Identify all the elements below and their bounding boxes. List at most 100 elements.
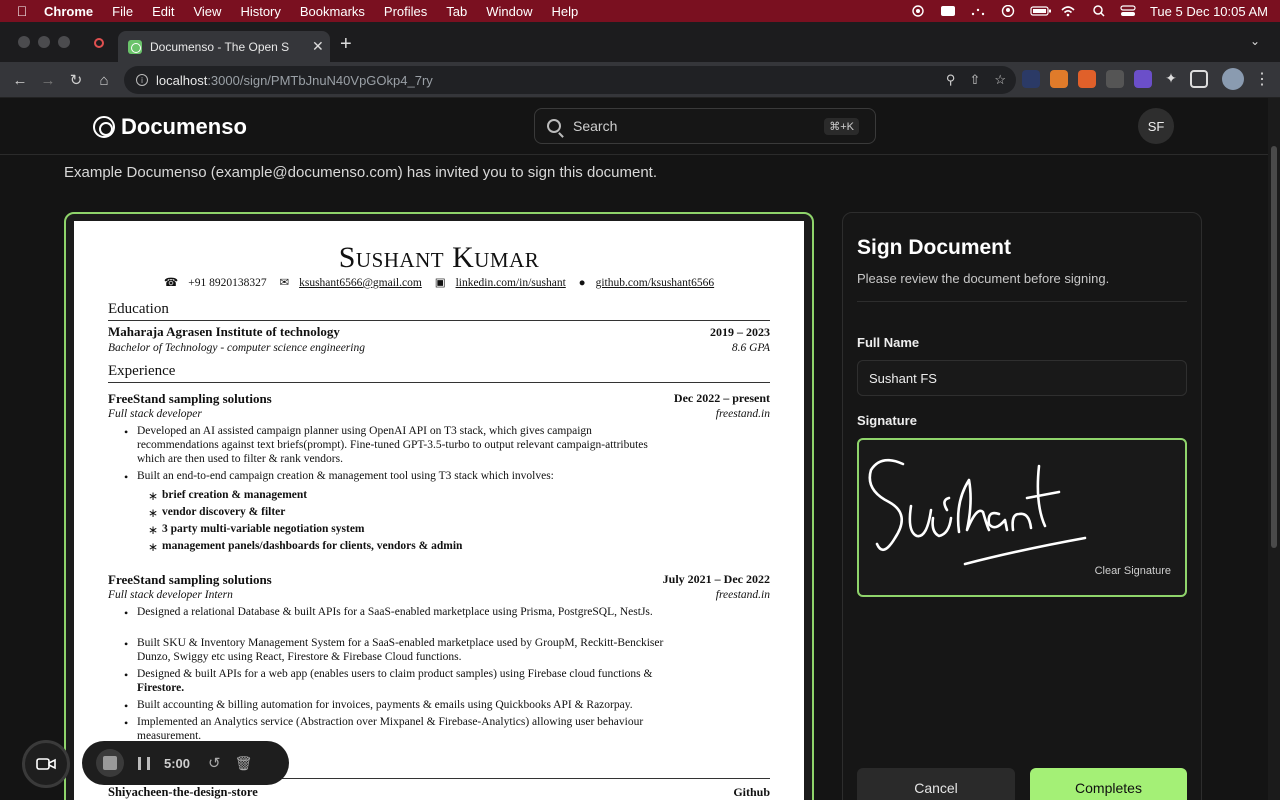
sub-bullet-icon: ∗ — [148, 540, 159, 554]
brand-name: Documenso — [121, 114, 247, 139]
mail-icon: ✉ — [279, 277, 290, 289]
job1-bullet1-line2: recommendations against text briefs(prom… — [137, 439, 648, 451]
cancel-button[interactable]: Cancel — [857, 768, 1015, 800]
screen:  Chrome File Edit View History Bookmark… — [0, 0, 1280, 800]
dots-icon[interactable] — [970, 5, 986, 17]
search-box[interactable]: Search ⌘+K — [534, 108, 876, 144]
recorder-camera-button[interactable] — [22, 740, 70, 788]
job2-bullet2-line1: Built SKU & Inventory Management System … — [137, 637, 664, 649]
back-arrow-icon[interactable]: ← — [8, 68, 32, 92]
keyboard-icon[interactable] — [940, 5, 956, 17]
camera-icon — [36, 758, 56, 770]
share-icon[interactable]: ⇧ — [969, 72, 980, 88]
linkedin-icon: ▣ — [434, 277, 446, 289]
menu-edit[interactable]: Edit — [152, 4, 174, 19]
site-info-icon[interactable]: i — [136, 74, 148, 86]
forward-arrow-icon[interactable]: → — [36, 68, 60, 92]
job2-bullet2-line2: Dunzo, Swiggy etc using React, Firestore… — [137, 651, 462, 663]
menu-window[interactable]: Window — [486, 4, 532, 19]
spotlight-search-icon[interactable] — [1090, 5, 1106, 17]
invite-message: Example Documenso (example@documenso.com… — [64, 164, 658, 181]
apple-icon[interactable]:  — [14, 3, 30, 19]
menu-history[interactable]: History — [240, 4, 280, 19]
tab-close-icon[interactable]: ✕ — [312, 38, 324, 55]
user-avatar[interactable]: SF — [1138, 108, 1174, 144]
window-minimize-button[interactable] — [38, 36, 50, 48]
job2-site: freestand.in — [715, 589, 770, 601]
chrome-profile-avatar[interactable] — [1222, 68, 1244, 90]
extension-5-icon[interactable] — [1134, 70, 1152, 88]
signature-pad[interactable]: Clear Signature — [857, 438, 1187, 597]
project-name: Shiyacheen-the-design-store — [108, 785, 258, 799]
full-name-input[interactable] — [857, 360, 1187, 396]
window-close-button[interactable] — [18, 36, 30, 48]
resume-phone: +91 8920138327 — [188, 277, 267, 289]
complete-button[interactable]: Completes — [1030, 768, 1187, 800]
user-circle-icon[interactable] — [1000, 4, 1016, 18]
bullet-icon: • — [124, 668, 129, 682]
menubar-status-area: Tue 5 Dec 10:05 AM — [910, 0, 1268, 22]
home-icon[interactable]: ⌂ — [92, 68, 116, 92]
menu-help[interactable]: Help — [552, 4, 579, 19]
menu-tab[interactable]: Tab — [446, 4, 467, 19]
puzzle-extensions-icon[interactable]: ✦ — [1162, 70, 1180, 88]
bullet-icon: • — [124, 470, 129, 484]
macos-menubar:  Chrome File Edit View History Bookmark… — [0, 0, 1280, 22]
resume-github[interactable]: github.com/ksushant6566 — [596, 277, 715, 289]
new-tab-icon[interactable]: + — [340, 33, 352, 56]
tab-search-chevron-icon[interactable]: ⌄ — [1250, 34, 1260, 48]
resume-email[interactable]: ksushant6566@gmail.com — [299, 277, 422, 289]
bookmark-star-icon[interactable]: ☆ — [994, 72, 1006, 88]
experience-heading: Experience — [108, 363, 176, 379]
education-heading: Education — [108, 301, 169, 317]
window-maximize-button[interactable] — [58, 36, 70, 48]
site-header: Documenso Search ⌘+K SF — [0, 98, 1268, 155]
extension-1-icon[interactable] — [1022, 70, 1040, 88]
search-shortcut: ⌘+K — [824, 118, 859, 135]
panel-divider — [857, 301, 1187, 302]
menu-bookmarks[interactable]: Bookmarks — [300, 4, 365, 19]
menu-profiles[interactable]: Profiles — [384, 4, 427, 19]
battery-icon[interactable] — [1030, 5, 1051, 17]
metamask-extension-icon[interactable] — [1050, 70, 1068, 88]
notion-extension-icon[interactable] — [1106, 70, 1124, 88]
menu-view[interactable]: View — [193, 4, 221, 19]
menu-app-chrome[interactable]: Chrome — [44, 4, 93, 19]
job1-bullet2: Built an end-to-end campaign creation & … — [137, 470, 554, 482]
pause-icon[interactable] — [138, 756, 150, 770]
extension-3-icon[interactable] — [1078, 70, 1096, 88]
job1-role: Full stack developer — [108, 408, 202, 420]
job1-dates: Dec 2022 – present — [673, 391, 770, 405]
job1-sub2: vendor discovery & filter — [162, 506, 286, 518]
screen-recorder-icon[interactable] — [910, 5, 926, 17]
brand-logo[interactable]: Documenso — [93, 114, 247, 140]
edu-degree: Bachelor of Technology - computer scienc… — [108, 342, 365, 354]
key-icon[interactable]: ⚲ — [946, 72, 956, 88]
trash-icon[interactable]: 🗑 — [235, 755, 253, 772]
menubar-clock[interactable]: Tue 5 Dec 10:05 AM — [1150, 4, 1268, 19]
restart-icon[interactable]: ↺ — [208, 754, 221, 772]
edu-years: 2019 – 2023 — [710, 325, 770, 339]
address-bar[interactable]: i localhost:3000/sign/PMTbJnuN40VpGOkp4_… — [124, 66, 1016, 94]
resume-linkedin[interactable]: linkedin.com/in/sushant — [456, 277, 566, 289]
browser-toolbar: ← → ↻ ⌂ i localhost:3000/sign/PMTbJnuN40… — [0, 62, 1280, 98]
job2-role: Full stack developer Intern — [108, 589, 233, 601]
edu-school: Maharaja Agrasen Institute of technology — [108, 324, 340, 339]
signature-label: Signature — [857, 413, 917, 428]
tab-documenso[interactable]: Documenso - The Open S ✕ — [118, 31, 330, 62]
side-panel-icon[interactable] — [1190, 70, 1208, 88]
documenso-favicon-icon — [128, 39, 142, 54]
recorder-stop-button[interactable] — [96, 749, 124, 777]
job1-sub1: brief creation & management — [162, 489, 308, 501]
control-center-icon[interactable] — [1120, 5, 1136, 17]
menu-file[interactable]: File — [112, 4, 133, 19]
reload-icon[interactable]: ↻ — [64, 68, 88, 92]
chrome-menu-icon[interactable]: ⋮ — [1254, 69, 1270, 89]
clear-signature-button[interactable]: Clear Signature — [1095, 565, 1171, 577]
phone-icon: ☎ — [163, 277, 179, 289]
scrollbar-thumb[interactable] — [1271, 146, 1277, 548]
wifi-icon[interactable] — [1060, 5, 1076, 17]
tab-title: Documenso - The Open S — [150, 39, 290, 54]
page-scrollbar[interactable] — [1268, 98, 1280, 800]
bullet-icon: • — [124, 637, 129, 651]
